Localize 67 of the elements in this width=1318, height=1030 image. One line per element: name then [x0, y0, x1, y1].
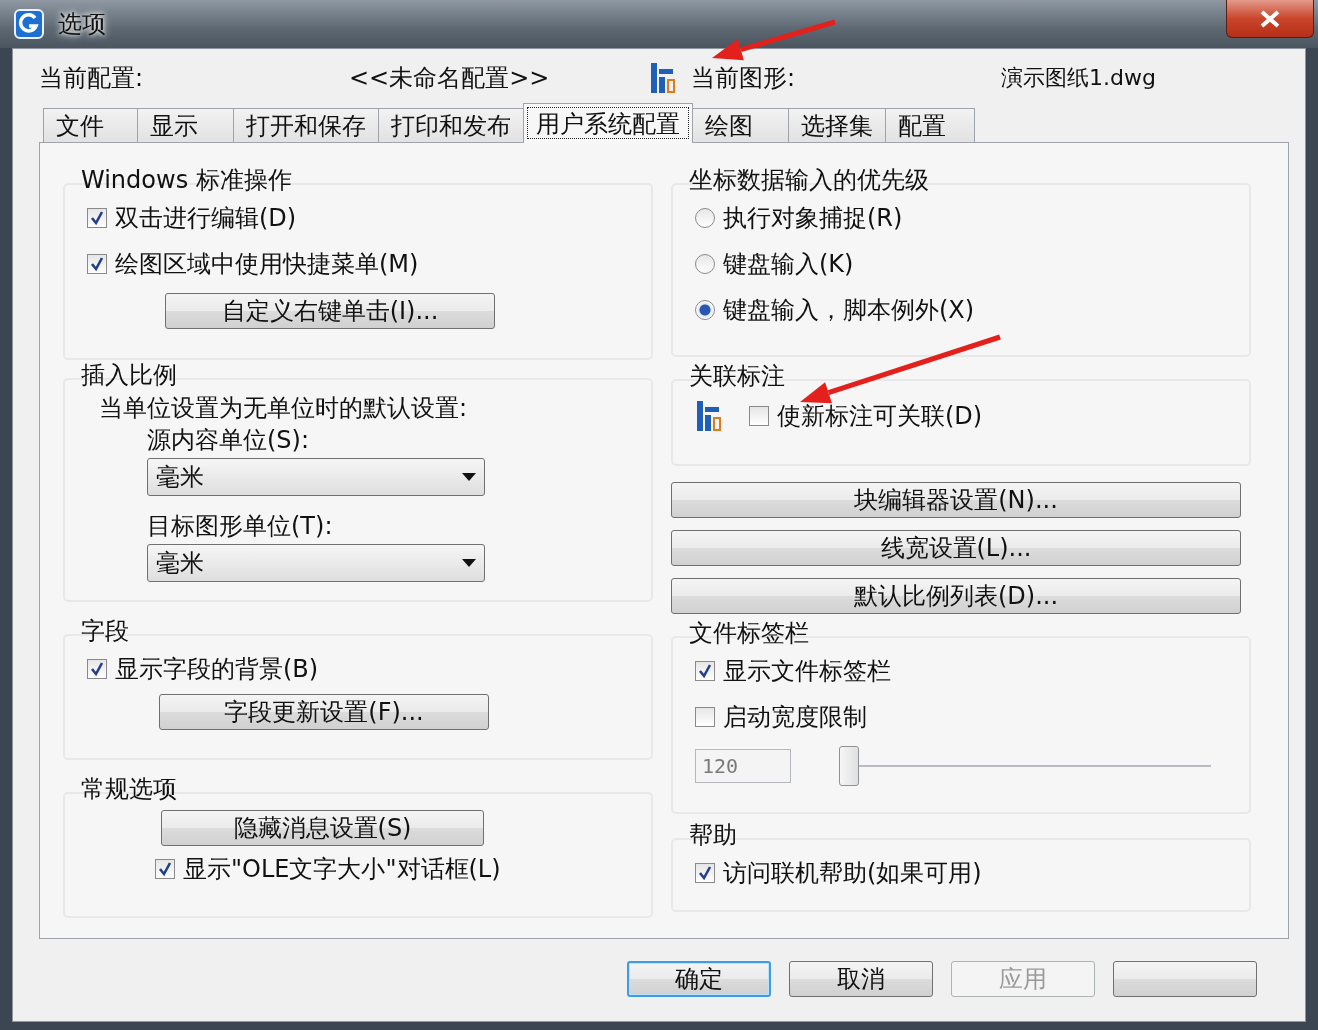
dialog-button[interactable]: 确定	[627, 961, 771, 997]
checkbox[interactable]	[749, 406, 769, 426]
tab[interactable]: 配置	[885, 108, 975, 142]
caret-icon	[462, 558, 476, 568]
group-title: 常规选项	[80, 774, 177, 804]
drawing-file-icon	[695, 399, 723, 433]
tab[interactable]: 用户系统配置	[523, 103, 693, 143]
group-title: Windows 标准操作	[80, 165, 292, 195]
checkbox[interactable]	[695, 863, 715, 883]
profile-label: 当前配置:	[39, 63, 145, 94]
dialog-button[interactable]: 字段更新设置(F)...	[159, 694, 489, 730]
checkbox-label: 显示文件标签栏	[723, 656, 891, 687]
radio-button[interactable]	[695, 300, 715, 320]
dialog-button[interactable]	[1113, 961, 1257, 997]
width-slider[interactable]	[839, 746, 1211, 786]
tab[interactable]: 选择集	[788, 108, 886, 142]
tab[interactable]: 打开和保存	[233, 108, 379, 142]
checkbox-label: 双击进行编辑(D)	[115, 203, 297, 234]
checkbox-label: 显示"OLE文字大小"对话框(L)	[183, 854, 501, 885]
radio-label: 键盘输入(K)	[723, 249, 854, 280]
window-title: 选项	[58, 9, 106, 40]
dialog-button[interactable]: 隐藏消息设置(S)	[161, 810, 484, 846]
tab[interactable]: 打印和发布	[378, 108, 524, 142]
radio-label: 执行对象捕捉(R)	[723, 203, 903, 234]
width-field[interactable]: 120	[695, 749, 791, 783]
group-title: 字段	[80, 616, 129, 646]
radio-button[interactable]	[695, 254, 715, 274]
checkbox[interactable]	[695, 661, 715, 681]
dialog-button[interactable]: 线宽设置(L)...	[671, 530, 1241, 566]
checkbox-label: 访问联机帮助(如果可用)	[723, 858, 982, 889]
checkbox[interactable]	[87, 659, 107, 679]
checkbox[interactable]	[695, 707, 715, 727]
tab[interactable]: 显示	[137, 108, 234, 142]
radio-button[interactable]	[695, 208, 715, 228]
profile-value: <<未命名配置>>	[349, 63, 551, 94]
unit-dropdown[interactable]: 毫米	[147, 544, 485, 582]
dialog-button[interactable]: 取消	[789, 961, 933, 997]
group-title: 关联标注	[688, 361, 785, 391]
checkbox-label: 绘图区域中使用快捷菜单(M)	[115, 249, 419, 280]
dialog-button[interactable]: 自定义右键单击(I)...	[165, 293, 495, 329]
group-title: 帮助	[688, 820, 737, 850]
dialog-button[interactable]: 默认比例列表(D)...	[671, 578, 1241, 614]
group-title: 插入比例	[80, 360, 177, 390]
field-label: 源内容单位(S):	[147, 425, 311, 456]
checkbox[interactable]	[155, 859, 175, 879]
close-button[interactable]	[1226, 0, 1314, 38]
unit-dropdown[interactable]: 毫米	[147, 458, 485, 496]
slider-thumb[interactable]	[839, 746, 859, 786]
checkbox[interactable]	[87, 208, 107, 228]
checkbox[interactable]	[87, 254, 107, 274]
checkbox-label: 使新标注可关联(D)	[777, 401, 983, 432]
tab[interactable]: 文件	[43, 108, 138, 142]
app-icon	[14, 9, 44, 39]
tab[interactable]: 绘图	[692, 108, 789, 142]
checkbox-label: 显示字段的背景(B)	[115, 654, 319, 685]
group-title: 坐标数据输入的优先级	[688, 165, 929, 195]
dialog-button[interactable]: 块编辑器设置(N)...	[671, 482, 1241, 518]
radio-label: 键盘输入，脚本例外(X)	[723, 295, 975, 326]
group-title: 文件标签栏	[688, 618, 809, 648]
drawing-file-icon	[649, 61, 677, 95]
close-icon	[1259, 9, 1281, 28]
checkbox-label: 启动宽度限制	[723, 702, 867, 733]
drawing-value: 演示图纸1.dwg	[1001, 64, 1157, 92]
drawing-label: 当前图形:	[691, 63, 797, 94]
caret-icon	[462, 472, 476, 482]
field-label: 目标图形单位(T):	[147, 511, 334, 542]
note-text: 当单位设置为无单位时的默认设置:	[99, 393, 469, 424]
